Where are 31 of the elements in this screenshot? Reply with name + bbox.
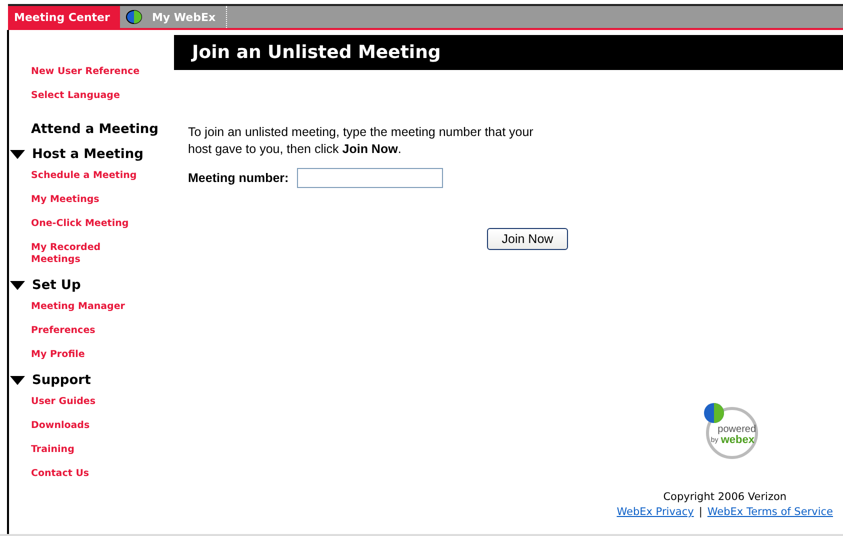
triangle-icon [10, 376, 25, 385]
section-heading[interactable]: Attend a Meeting [31, 122, 173, 137]
copyright-text: Copyright 2006 Verizon [663, 491, 787, 503]
sidebar-link[interactable]: My Recorded Meetings [31, 242, 151, 266]
section-toggle[interactable]: Set Up [10, 278, 173, 293]
sidebar-link[interactable]: My Meetings [31, 194, 151, 206]
sidebar-link[interactable]: Schedule a Meeting [31, 170, 151, 182]
sidebar-link[interactable]: Meeting Manager [31, 301, 151, 313]
meeting-number-field[interactable] [296, 168, 443, 188]
tab[interactable]: Meeting Center [8, 6, 120, 28]
sidebar-link[interactable]: One-Click Meeting [31, 218, 151, 230]
link-separator: | [698, 506, 702, 518]
terms-link[interactable]: WebEx Terms of Service [707, 506, 833, 518]
instructions-text: To join an unlisted meeting, type the meeting number that your host gave to you, then click Join Now. [188, 124, 534, 158]
sidebar-link[interactable]: Downloads [31, 420, 151, 432]
sidebar-link[interactable]: User Guides [31, 396, 151, 408]
join-now-button[interactable]: Join Now [487, 228, 568, 250]
section-toggle[interactable]: Host a Meeting [10, 147, 173, 162]
section-toggle[interactable]: Support [10, 373, 173, 388]
triangle-icon [10, 281, 25, 290]
field-label: Meeting number: [188, 171, 289, 185]
privacy-link[interactable]: WebEx Privacy [616, 506, 694, 518]
globe-icon [126, 10, 142, 24]
sidebar-link[interactable]: Preferences [31, 325, 151, 337]
sidebar-link[interactable]: Select Language [31, 90, 151, 102]
page-title: Join an Unlisted Meeting [174, 35, 843, 70]
sidebar-link[interactable]: New User Reference [31, 66, 151, 78]
sidebar-link[interactable]: Training [31, 444, 151, 456]
triangle-icon [10, 150, 25, 159]
sidebar-link[interactable]: Contact Us [31, 468, 151, 480]
sidebar-link[interactable]: My Profile [31, 349, 151, 361]
